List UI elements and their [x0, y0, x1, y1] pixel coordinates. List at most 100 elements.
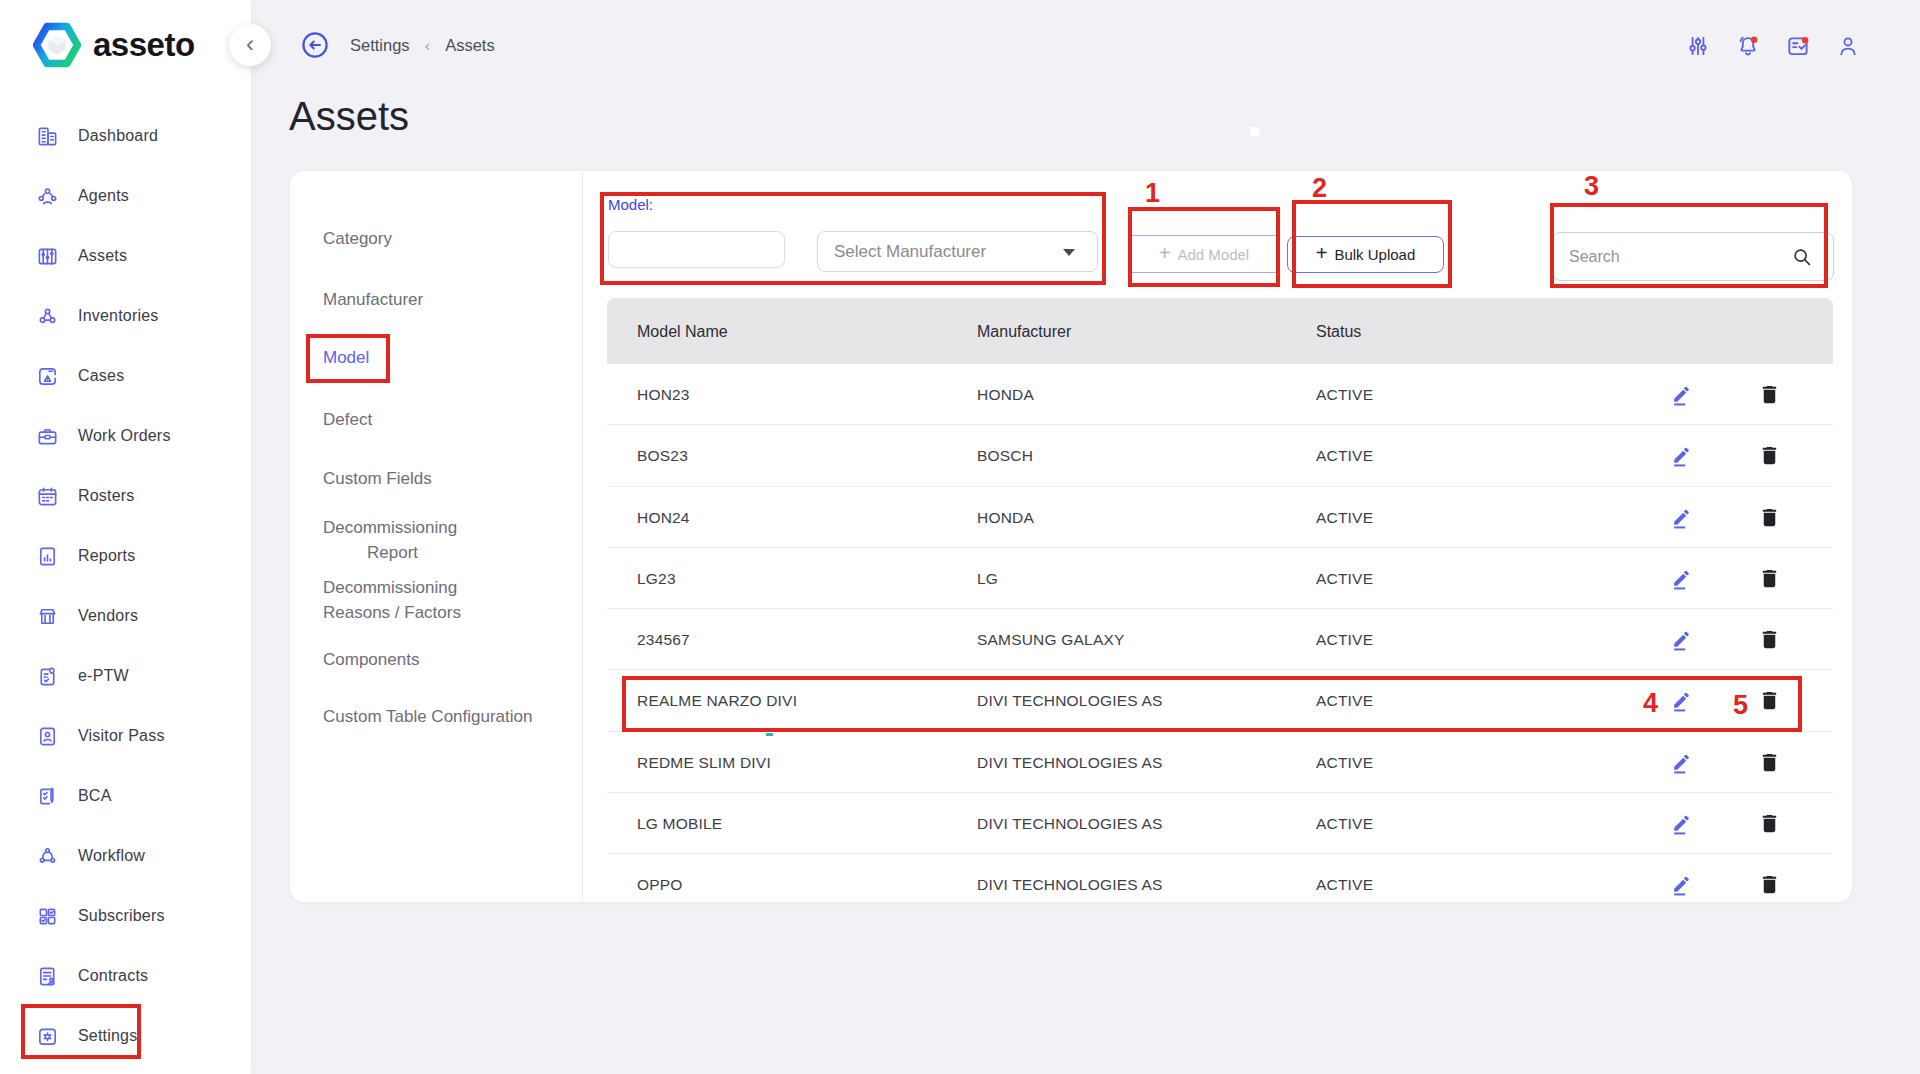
settings-card-icon	[36, 1025, 59, 1048]
table-body: HON23 HONDA ACTIVE BOS23 BOSCH ACTIVE HO…	[607, 364, 1833, 902]
sidebar-item-dashboard[interactable]: Dashboard	[0, 106, 251, 166]
edit-icon[interactable]	[1669, 750, 1694, 775]
cell-status: ACTIVE	[1316, 631, 1373, 649]
clipboard-check-icon	[36, 665, 59, 688]
sidebar-item-e-ptw[interactable]: e-PTW	[0, 646, 251, 706]
cell-status: ACTIVE	[1316, 447, 1373, 465]
settings-nav-model[interactable]: Model	[323, 348, 369, 368]
settings-nav-defect[interactable]: Defect	[323, 410, 372, 430]
sidebar-item-rosters[interactable]: Rosters	[0, 466, 251, 526]
sidebar-item-agents[interactable]: Agents	[0, 166, 251, 226]
table-row: REDME SLIM DIVI DIVI TECHNOLOGIES AS ACT…	[607, 732, 1833, 793]
store-icon	[36, 605, 59, 628]
settings-nav-decommissioning-reasons[interactable]: Decommissioning Reasons / Factors	[323, 575, 461, 625]
breadcrumb-assets[interactable]: Assets	[445, 36, 495, 55]
table-row: LG23 LG ACTIVE	[607, 548, 1833, 609]
sidebar-item-bca[interactable]: BCA	[0, 766, 251, 826]
edit-icon[interactable]	[1669, 872, 1694, 897]
edit-icon[interactable]	[1669, 688, 1694, 713]
settings-nav-components[interactable]: Components	[323, 650, 419, 670]
delete-icon[interactable]	[1758, 567, 1781, 590]
manufacturer-select[interactable]: Select Manufacturer	[817, 231, 1098, 272]
cell-model-name: LG MOBILE	[637, 815, 722, 833]
sidebar-item-vendors[interactable]: Vendors	[0, 586, 251, 646]
column-status: Status	[1316, 323, 1361, 341]
delete-icon[interactable]	[1758, 873, 1781, 896]
settings-nav-custom-table-configuration[interactable]: Custom Table Configuration	[323, 707, 532, 727]
settings-nav-divider	[582, 171, 583, 902]
delete-icon[interactable]	[1758, 812, 1781, 835]
annotation-number-3: 3	[1584, 171, 1599, 202]
page-title: Assets	[289, 94, 409, 139]
abacus-icon	[36, 245, 59, 268]
table-row: OPPO DIVI TECHNOLOGIES AS ACTIVE	[607, 854, 1833, 902]
add-model-button[interactable]: + Add Model	[1130, 235, 1278, 273]
annotation-number-5: 5	[1733, 690, 1748, 721]
cell-model-name: OPPO	[637, 876, 683, 894]
notifications-bell-icon[interactable]	[1735, 33, 1761, 59]
audit-check-icon[interactable]	[1785, 33, 1811, 59]
delete-icon[interactable]	[1758, 628, 1781, 651]
delete-icon[interactable]	[1758, 506, 1781, 529]
contract-icon	[36, 965, 59, 988]
sidebar-item-assets[interactable]: Assets	[0, 226, 251, 286]
breadcrumb-settings[interactable]: Settings	[350, 36, 410, 55]
table-row: 234567 SAMSUNG GALAXY ACTIVE	[607, 609, 1833, 670]
nodes-icon	[36, 305, 59, 328]
bulk-upload-button[interactable]: + Bulk Upload	[1287, 236, 1444, 273]
settings-nav-custom-fields[interactable]: Custom Fields	[323, 469, 432, 489]
sidebar-item-settings[interactable]: Settings	[0, 1006, 251, 1066]
sidebar-item-inventories[interactable]: Inventories	[0, 286, 251, 346]
annotation-number-2: 2	[1312, 173, 1327, 204]
edit-icon[interactable]	[1669, 627, 1694, 652]
header-actions	[1685, 33, 1861, 59]
cell-status: ACTIVE	[1316, 570, 1373, 588]
cell-model-name: BOS23	[637, 447, 688, 465]
edit-icon[interactable]	[1669, 811, 1694, 836]
search-input[interactable]	[1569, 248, 1791, 266]
delete-icon[interactable]	[1758, 444, 1781, 467]
edit-icon[interactable]	[1669, 443, 1694, 468]
cell-manufacturer: DIVI TECHNOLOGIES AS	[977, 692, 1162, 710]
annotation-number-4: 4	[1643, 688, 1658, 719]
delete-icon[interactable]	[1758, 689, 1781, 712]
cell-status: ACTIVE	[1316, 815, 1373, 833]
workflow-icon	[36, 845, 59, 868]
search-field[interactable]	[1552, 232, 1834, 281]
settings-nav-category[interactable]: Category	[323, 229, 392, 249]
sidebar-item-subscribers[interactable]: Subscribers	[0, 886, 251, 946]
cell-manufacturer: DIVI TECHNOLOGIES AS	[977, 754, 1162, 772]
filter-sliders-icon[interactable]	[1685, 33, 1711, 59]
delete-icon[interactable]	[1758, 383, 1781, 406]
edit-icon[interactable]	[1669, 566, 1694, 591]
report-chart-icon	[36, 545, 59, 568]
case-warning-icon	[36, 365, 59, 388]
sidebar-item-workflow[interactable]: Workflow	[0, 826, 251, 886]
delete-icon[interactable]	[1758, 751, 1781, 774]
model-name-input[interactable]	[608, 231, 785, 268]
edit-icon[interactable]	[1669, 505, 1694, 530]
sidebar-collapse-button[interactable]: ‹	[229, 24, 271, 66]
sidebar-item-visitor-pass[interactable]: Visitor Pass	[0, 706, 251, 766]
sidebar-item-reports[interactable]: Reports	[0, 526, 251, 586]
table-row: HON24 HONDA ACTIVE	[607, 487, 1833, 548]
calendar-icon	[36, 485, 59, 508]
settings-nav-manufacturer[interactable]: Manufacturer	[323, 290, 423, 310]
table-row: BOS23 BOSCH ACTIVE	[607, 425, 1833, 486]
sidebar-item-contracts[interactable]: Contracts	[0, 946, 251, 1006]
id-card-icon	[36, 725, 59, 748]
asseto-hexagon-logo-icon	[33, 21, 81, 69]
breadcrumb-back-button[interactable]	[301, 31, 329, 59]
settings-nav-decommissioning-report[interactable]: Decommissioning Report	[323, 515, 457, 565]
cell-model-name: HON24	[637, 509, 690, 527]
cell-manufacturer: DIVI TECHNOLOGIES AS	[977, 815, 1162, 833]
sidebar-item-work-orders[interactable]: Work Orders	[0, 406, 251, 466]
cell-manufacturer: HONDA	[977, 509, 1034, 527]
profile-icon[interactable]	[1835, 33, 1861, 59]
grid-check-icon	[36, 905, 59, 928]
brand-name: asseto	[93, 26, 195, 64]
edit-icon[interactable]	[1669, 382, 1694, 407]
annotation-number-1: 1	[1145, 178, 1160, 209]
cell-status: ACTIVE	[1316, 692, 1373, 710]
sidebar-item-cases[interactable]: Cases	[0, 346, 251, 406]
